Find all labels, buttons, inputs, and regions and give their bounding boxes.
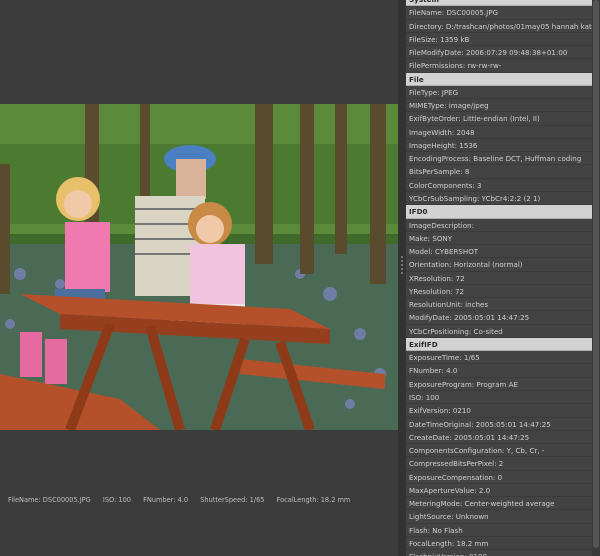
metadata-row: MaxApertureValue: 2.0 [406, 484, 592, 498]
metadata-row: FilePermissions: rw-rw-rw- [406, 59, 592, 73]
metadata-panel[interactable]: SystemFileName: DSC00005.JPGDirectory: D… [406, 0, 592, 556]
metadata-row: LightSource: Unknown [406, 510, 592, 524]
metadata-row: ImageDescription: [406, 219, 592, 232]
scrollbar-thumb[interactable] [593, 0, 599, 548]
image-info-bar: FileName: DSC00005.JPG ISO: 100 FNumber:… [8, 496, 398, 508]
splitter-grip-icon[interactable] [401, 256, 404, 276]
photo-image[interactable] [0, 104, 398, 430]
metadata-row: EncodingProcess: Baseline DCT, Huffman c… [406, 152, 592, 166]
metadata-group-header[interactable]: IFD0 [406, 205, 592, 219]
metadata-row: YCbCrSubSampling: YCbCr4:2:2 (2 1) [406, 192, 592, 206]
metadata-row: CreateDate: 2005:05:01 14:47:25 [406, 431, 592, 445]
metadata-row: ISO: 100 [406, 391, 592, 405]
image-viewer[interactable]: FileName: DSC00005.JPG ISO: 100 FNumber:… [0, 0, 400, 556]
metadata-row: ResolutionUnit: inches [406, 298, 592, 312]
metadata-row: ExposureCompensation: 0 [406, 471, 592, 484]
metadata-row: Make: SONY [406, 232, 592, 246]
metadata-row: ExifByteOrder: Little-endian (Intel, II) [406, 112, 592, 126]
metadata-row: MIMEType: image/jpeg [406, 99, 592, 113]
status-shutter: ShutterSpeed: 1/65 [200, 496, 265, 504]
photo-scene [0, 104, 398, 430]
metadata-row: Directory: D:/trashcan/photos/01may05 ha… [406, 20, 592, 33]
metadata-row: FileSize: 1359 kB [406, 33, 592, 47]
metadata-row: CompressedBitsPerPixel: 2 [406, 457, 592, 471]
status-fnumber: FNumber: 4.0 [143, 496, 189, 504]
metadata-row: Flash: No Flash [406, 524, 592, 537]
panel-splitter[interactable] [398, 0, 406, 556]
metadata-scrollbar[interactable] [592, 0, 600, 556]
metadata-row: MeteringMode: Center-weighted average [406, 497, 592, 511]
metadata-row: BitsPerSample: 8 [406, 165, 592, 179]
status-iso: ISO: 100 [102, 496, 131, 504]
metadata-row: FileName: DSC00005.JPG [406, 6, 592, 20]
metadata-row: YResolution: 72 [406, 285, 592, 299]
metadata-row: ImageHeight: 1536 [406, 139, 592, 153]
status-focal: FocalLength: 18.2 mm [276, 496, 351, 504]
metadata-group-header[interactable]: File [406, 72, 592, 86]
metadata-row: ComponentsConfiguration: Y, Cb, Cr, - [406, 444, 592, 458]
metadata-row: ImageWidth: 2048 [406, 126, 592, 139]
metadata-group-header[interactable]: ExifIFD [406, 337, 592, 352]
metadata-row: ColorComponents: 3 [406, 179, 592, 192]
metadata-row: Model: CYBERSHOT [406, 245, 592, 259]
metadata-row: ExifVersion: 0210 [406, 404, 592, 418]
metadata-row: ModifyDate: 2005:05:01 14:47:25 [406, 311, 592, 325]
metadata-row: FileType: JPEG [406, 86, 592, 100]
metadata-row: FlashpixVersion: 0100 [406, 550, 592, 556]
metadata-row: YCbCrPositioning: Co-sited [406, 325, 592, 338]
metadata-row: ExposureProgram: Program AE [406, 378, 592, 391]
metadata-row: FocalLength: 18.2 mm [406, 537, 592, 551]
metadata-row: Orientation: Horizontal (normal) [406, 258, 592, 272]
metadata-row: FNumber: 4.0 [406, 364, 592, 378]
metadata-row: XResolution: 72 [406, 272, 592, 285]
metadata-row: FileModifyDate: 2006:07:29 09:48:38+01:0… [406, 46, 592, 60]
metadata-row: DateTimeOriginal: 2005:05:01 14:47:25 [406, 418, 592, 431]
status-filename: FileName: DSC00005.JPG [8, 496, 91, 504]
metadata-row: ExposureTime: 1/65 [406, 351, 592, 365]
